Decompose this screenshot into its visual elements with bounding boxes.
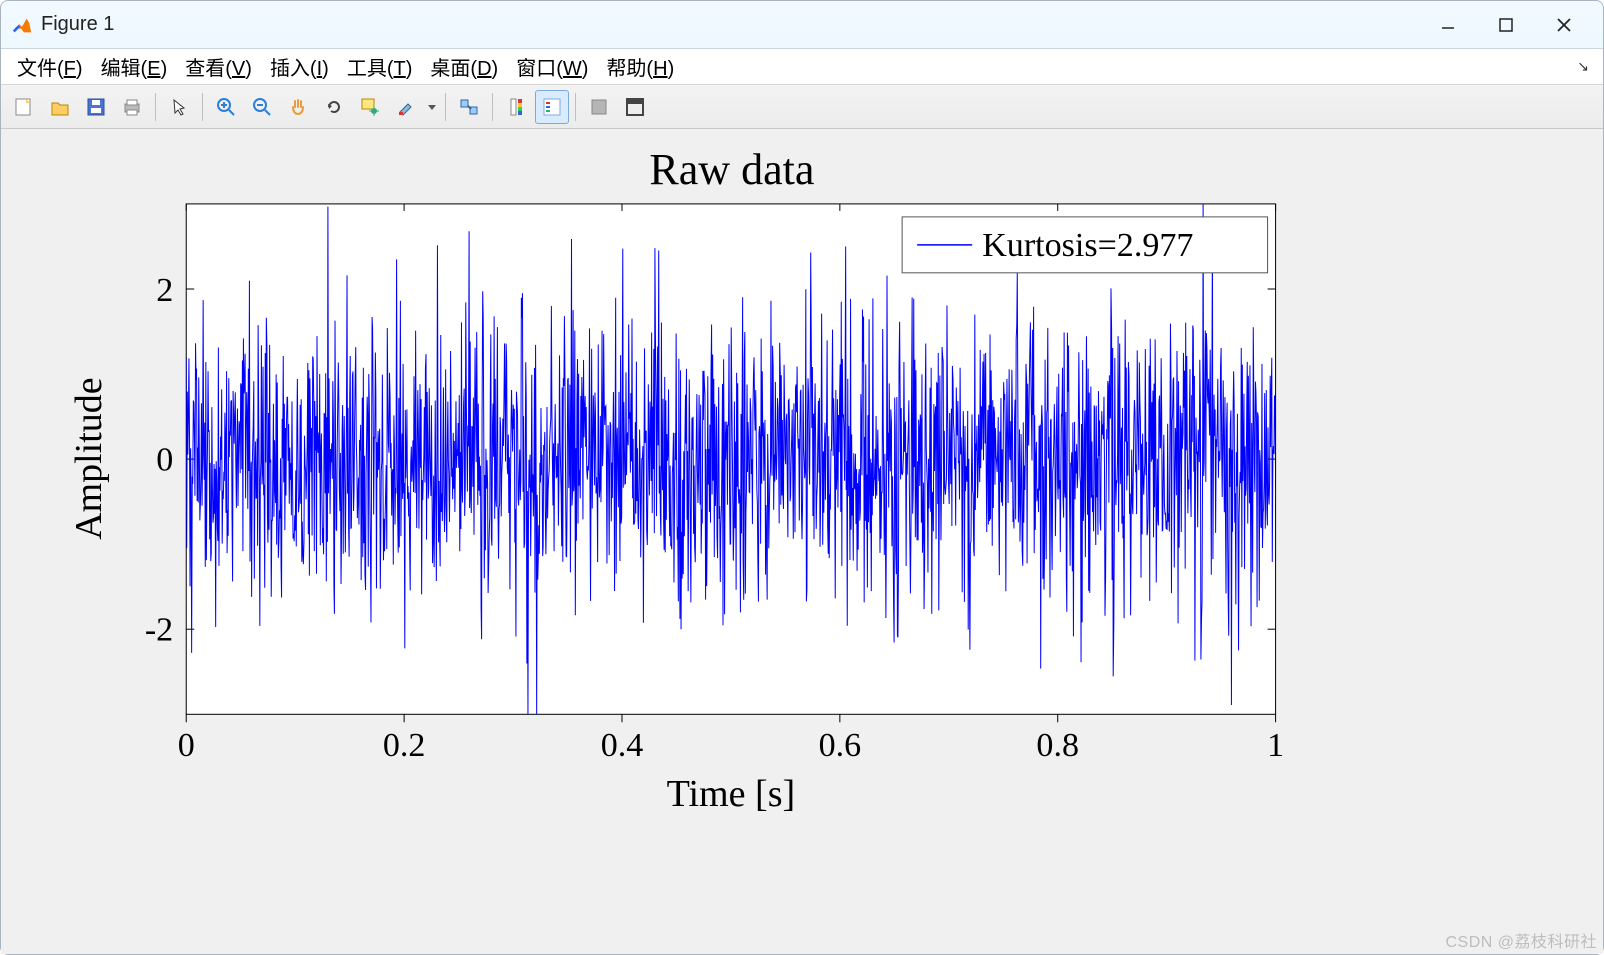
watermark: CSDN @荔枝科研社 bbox=[1445, 928, 1597, 952]
menu-help[interactable]: 帮助(H) bbox=[598, 50, 682, 83]
svg-text:0.6: 0.6 bbox=[819, 727, 862, 764]
svg-text:0.4: 0.4 bbox=[601, 727, 644, 764]
titlebar: Figure 1 bbox=[1, 1, 1603, 49]
zoom-out-button[interactable] bbox=[245, 90, 279, 124]
zoom-in-button[interactable] bbox=[209, 90, 243, 124]
maximize-button[interactable] bbox=[1477, 5, 1535, 45]
legend-entry: Kurtosis=2.977 bbox=[982, 227, 1193, 264]
data-cursor-button[interactable] bbox=[353, 90, 387, 124]
colorbar-button[interactable] bbox=[499, 90, 533, 124]
menu-edit[interactable]: 编辑(E) bbox=[93, 50, 176, 83]
new-figure-button[interactable] bbox=[7, 90, 41, 124]
pan-button[interactable] bbox=[281, 90, 315, 124]
svg-text:0.2: 0.2 bbox=[383, 727, 426, 764]
axes-area[interactable]: Raw data 0 0.2 0.4 0.6 0.8 1 bbox=[1, 129, 1603, 954]
menu-window[interactable]: 窗口(W) bbox=[508, 50, 596, 83]
plot-svg: Raw data 0 0.2 0.4 0.6 0.8 1 bbox=[1, 129, 1603, 954]
menu-insert[interactable]: 插入(I) bbox=[262, 50, 337, 83]
toolbar bbox=[1, 85, 1603, 129]
dock-button[interactable] bbox=[618, 90, 652, 124]
save-button[interactable] bbox=[79, 90, 113, 124]
svg-text:1: 1 bbox=[1267, 727, 1284, 764]
legend-button[interactable] bbox=[535, 90, 569, 124]
minimize-button[interactable] bbox=[1419, 5, 1477, 45]
open-button[interactable] bbox=[43, 90, 77, 124]
print-button[interactable] bbox=[115, 90, 149, 124]
chart-title: Raw data bbox=[649, 145, 814, 194]
svg-text:0.8: 0.8 bbox=[1036, 727, 1079, 764]
close-button[interactable] bbox=[1535, 5, 1593, 45]
brush-dropdown-button[interactable] bbox=[425, 90, 439, 124]
legend[interactable]: Kurtosis=2.977 bbox=[902, 217, 1267, 273]
figure-window: Figure 1 文件(F) 编辑(E) 查看(V) 插入(I) 工具(T) 桌… bbox=[0, 0, 1604, 955]
menu-file[interactable]: 文件(F) bbox=[9, 50, 91, 83]
menu-desktop[interactable]: 桌面(D) bbox=[422, 50, 506, 83]
pointer-button[interactable] bbox=[162, 90, 196, 124]
menubar-arrow-icon[interactable]: ↘ bbox=[1577, 58, 1595, 75]
y-axis-label: Amplitude bbox=[68, 377, 110, 539]
brush-button[interactable] bbox=[389, 90, 423, 124]
svg-text:0: 0 bbox=[178, 727, 195, 764]
menubar: 文件(F) 编辑(E) 查看(V) 插入(I) 工具(T) 桌面(D) 窗口(W… bbox=[1, 49, 1603, 85]
menu-view[interactable]: 查看(V) bbox=[177, 50, 260, 83]
window-title: Figure 1 bbox=[41, 13, 114, 36]
matlab-icon bbox=[11, 14, 33, 36]
link-button[interactable] bbox=[452, 90, 486, 124]
x-axis-label: Time [s] bbox=[667, 773, 796, 815]
svg-text:2: 2 bbox=[156, 272, 173, 309]
hide-tools-button[interactable] bbox=[582, 90, 616, 124]
svg-text:0: 0 bbox=[156, 442, 173, 479]
menu-tools[interactable]: 工具(T) bbox=[339, 50, 421, 83]
svg-text:-2: -2 bbox=[145, 611, 173, 648]
rotate-button[interactable] bbox=[317, 90, 351, 124]
